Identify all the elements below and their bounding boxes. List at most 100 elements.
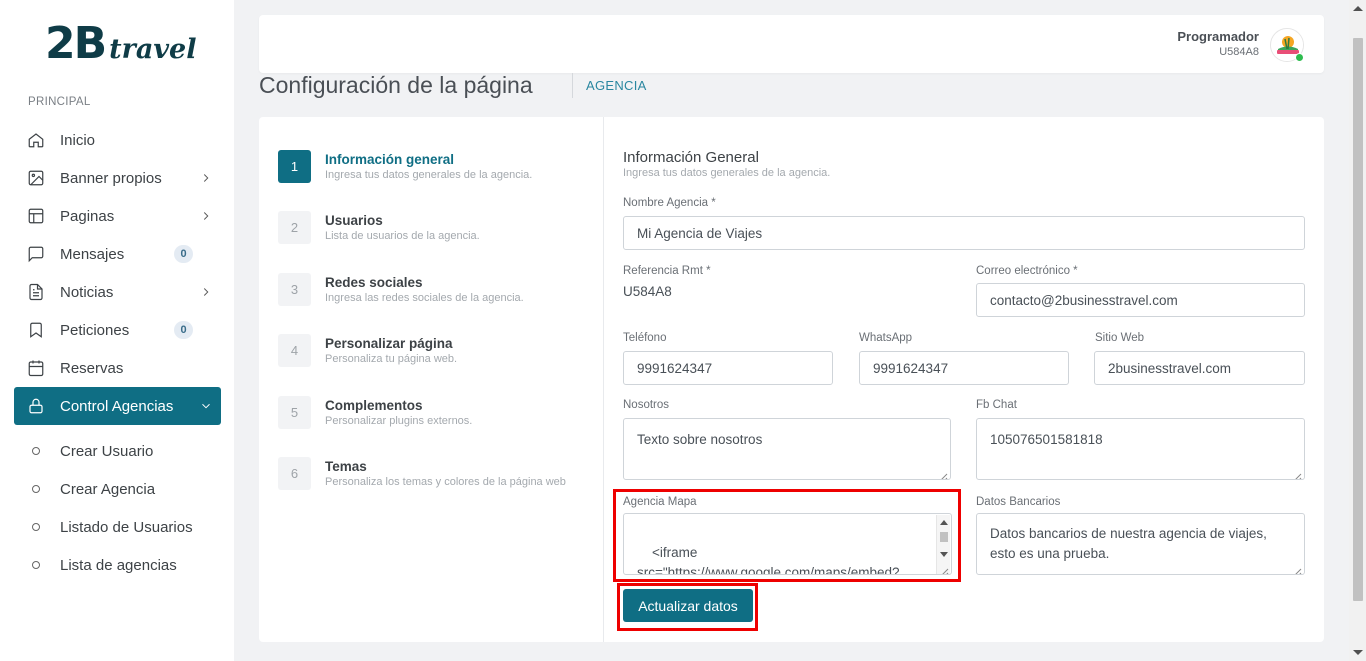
scroll-thumb[interactable] <box>1353 38 1363 601</box>
step-desc: Personalizar plugins externos. <box>325 415 473 427</box>
circle-icon <box>32 447 40 455</box>
circle-icon <box>32 485 40 493</box>
correo-label: Correo electrónico * <box>976 265 1078 277</box>
sidebar-item-label: Paginas <box>60 207 115 225</box>
step-informacion-general[interactable]: 1 Información general Ingresa tus datos … <box>278 150 532 183</box>
correo-input[interactable]: contacto@2businesstravel.com <box>976 283 1305 317</box>
step-redes-sociales[interactable]: 3 Redes sociales Ingresa las redes socia… <box>278 273 524 306</box>
sidebar-subitem-crear-agencia[interactable]: Crear Agencia <box>14 470 221 508</box>
step-title: Información general <box>325 152 455 167</box>
document-icon <box>26 282 46 302</box>
whatsapp-input[interactable]: 9991624347 <box>859 351 1069 385</box>
step-number: 1 <box>278 150 311 183</box>
nosotros-textarea[interactable]: Texto sobre nosotros <box>623 418 951 480</box>
sidebar-item-label: Peticiones <box>60 321 130 339</box>
bookmark-icon <box>26 320 46 340</box>
step-number: 5 <box>278 396 311 429</box>
column-divider <box>603 117 604 642</box>
sidebar-item-paginas[interactable]: Paginas <box>14 197 221 235</box>
referencia-rmt-value: U584A8 <box>623 284 672 299</box>
sidebar-subitem-label: Crear Usuario <box>60 442 154 460</box>
lock-icon <box>26 396 46 416</box>
sidebar-subitem-label: Listado de Usuarios <box>60 518 193 536</box>
sidebar-subitem-lista-agencias[interactable]: Lista de agencias <box>14 546 221 584</box>
step-number: 6 <box>278 457 311 490</box>
form-title: Información General <box>623 149 759 166</box>
step-title: Complementos <box>325 398 423 413</box>
nombre-agencia-input[interactable]: Mi Agencia de Viajes <box>623 216 1305 250</box>
resize-grip-icon[interactable] <box>939 468 948 479</box>
sidebar-item-peticiones[interactable]: Peticiones 0 <box>14 311 221 349</box>
sidebar-item-label: Inicio <box>60 131 96 149</box>
sidebar-subnav: Crear Usuario Crear Agencia Listado de U… <box>14 432 221 584</box>
sitio-web-input[interactable]: 2businesstravel.com <box>1094 351 1305 385</box>
user-name[interactable]: Programador <box>1177 29 1259 44</box>
sidebar-subitem-label: Lista de agencias <box>60 556 177 574</box>
breadcrumb[interactable]: AGENCIA <box>586 78 647 93</box>
sidebar-item-banner[interactable]: Banner propios <box>14 159 221 197</box>
chevron-right-icon <box>199 209 213 223</box>
page-title: Configuración de la página <box>259 72 533 98</box>
scroll-up-icon[interactable] <box>1353 6 1363 11</box>
sidebar-nav: Inicio Banner propios Paginas Mensajes 0… <box>14 121 221 425</box>
sidebar-subitem-crear-usuario[interactable]: Crear Usuario <box>14 432 221 470</box>
sidebar-item-label: Mensajes <box>60 245 125 263</box>
circle-icon <box>32 523 40 531</box>
fb-chat-textarea[interactable]: 105076501581818 <box>976 418 1305 480</box>
section-label: PRINCIPAL <box>28 96 91 108</box>
sidebar-item-reservas[interactable]: Reservas <box>14 349 221 387</box>
highlight-box-button <box>617 583 758 631</box>
step-complementos[interactable]: 5 Complementos Personalizar plugins exte… <box>278 396 472 429</box>
page-scrollbar[interactable] <box>1349 0 1366 661</box>
online-status-dot <box>1295 53 1304 62</box>
highlight-box-mapa <box>613 489 961 582</box>
sidebar-item-label: Noticias <box>60 283 114 301</box>
sidebar-item-mensajes[interactable]: Mensajes 0 <box>14 235 221 273</box>
step-number: 4 <box>278 334 311 367</box>
sitio-web-label: Sitio Web <box>1095 332 1145 344</box>
scroll-down-icon[interactable] <box>1353 650 1363 655</box>
datos-bancarios-textarea[interactable]: Datos bancarios de nuestra agencia de vi… <box>976 513 1305 575</box>
step-title: Usuarios <box>325 213 383 228</box>
sidebar-subitem-listado-usuarios[interactable]: Listado de Usuarios <box>14 508 221 546</box>
chevron-down-icon <box>199 399 213 413</box>
nosotros-label: Nosotros <box>623 399 670 411</box>
step-title: Temas <box>325 459 367 474</box>
resize-grip-icon[interactable] <box>1293 563 1302 574</box>
sidebar-item-noticias[interactable]: Noticias <box>14 273 221 311</box>
step-desc: Ingresa tus datos generales de la agenci… <box>325 169 533 181</box>
nosotros-text: Texto sobre nosotros <box>637 432 763 447</box>
step-title: Personalizar página <box>325 336 453 351</box>
step-desc: Personaliza los temas y colores de la pá… <box>325 476 566 488</box>
form-desc: Ingresa tus datos generales de la agenci… <box>623 167 831 179</box>
logo-sub: travel <box>109 34 197 65</box>
image-icon <box>26 168 46 188</box>
chat-icon <box>26 244 46 264</box>
step-personalizar-pagina[interactable]: 4 Personalizar página Personaliza tu pág… <box>278 334 457 367</box>
sidebar-item-control-agencias[interactable]: Control Agencias <box>14 387 221 425</box>
fb-chat-text: 105076501581818 <box>990 432 1103 447</box>
fb-chat-label: Fb Chat <box>976 399 1017 411</box>
step-desc: Ingresa las redes sociales de la agencia… <box>325 292 524 304</box>
circle-icon <box>32 561 40 569</box>
step-temas[interactable]: 6 Temas Personaliza los temas y colores … <box>278 457 566 490</box>
sidebar-item-label: Control Agencias <box>60 397 174 415</box>
step-desc: Personaliza tu página web. <box>325 353 458 365</box>
sidebar-subitem-label: Crear Agencia <box>60 480 156 498</box>
chevron-right-icon <box>199 171 213 185</box>
count-badge: 0 <box>174 321 193 339</box>
logo-main: 2B <box>45 18 107 69</box>
referencia-rmt-label: Referencia Rmt * <box>623 265 711 277</box>
datos-bancarios-label: Datos Bancarios <box>976 496 1061 508</box>
sidebar-item-label: Banner propios <box>60 169 162 187</box>
layout-icon <box>26 206 46 226</box>
whatsapp-label: WhatsApp <box>859 332 913 344</box>
brand-logo[interactable]: 2B travel <box>45 18 196 69</box>
telefono-input[interactable]: 9991624347 <box>623 351 833 385</box>
resize-grip-icon[interactable] <box>1293 468 1302 479</box>
sidebar-item-inicio[interactable]: Inicio <box>14 121 221 159</box>
nombre-agencia-label: Nombre Agencia * <box>623 197 716 209</box>
step-usuarios[interactable]: 2 Usuarios Lista de usuarios de la agenc… <box>278 211 480 244</box>
datos-bancarios-text: Datos bancarios de nuestra agencia de vi… <box>990 526 1267 561</box>
count-badge: 0 <box>174 245 193 263</box>
